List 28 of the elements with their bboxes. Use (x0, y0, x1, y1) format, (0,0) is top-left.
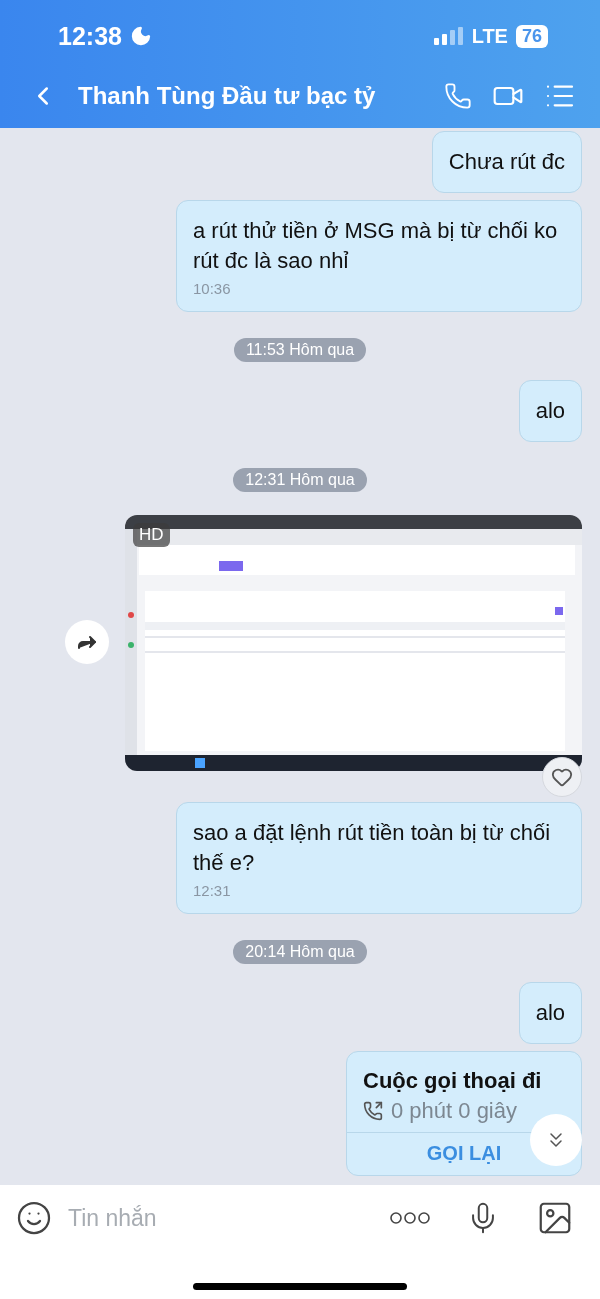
chat-title: Thanh Tùng Đầu tư bạc tỷ (78, 82, 377, 110)
network-label: LTE (471, 24, 508, 48)
message-text: alo (535, 1000, 565, 1025)
call-duration: 0 phút 0 giây (391, 1098, 517, 1124)
message-time: 10:36 (193, 279, 232, 299)
phone-button[interactable] (444, 82, 472, 110)
hd-badge: HD (133, 523, 170, 547)
date-divider: 20:14 Hôm qua (233, 940, 367, 964)
moon-icon (129, 25, 152, 47)
clock: 12:38 (58, 21, 122, 51)
signal-icon (433, 27, 464, 45)
call-back-button[interactable]: GỌI LẠI (426, 1142, 502, 1165)
outgoing-call-icon (363, 1101, 383, 1121)
share-button[interactable] (65, 620, 109, 664)
sticker-button[interactable] (16, 1200, 52, 1236)
message-text: Chưa rút đc (448, 149, 565, 174)
message-text: a rút thử tiền ở MSG mà bị từ chối ko rút đc là sao nhỉ (193, 218, 558, 273)
date-divider: 11:53 Hôm qua (233, 338, 367, 362)
battery-level: 76 (515, 24, 548, 48)
message-input[interactable]: Tin nhắn (66, 1203, 376, 1233)
heart-icon (551, 766, 573, 788)
call-title: Cuộc gọi thoại đi (363, 1068, 542, 1094)
message-text: sao a đặt lệnh rút tiền toàn bị từ chối thế e? (193, 820, 551, 875)
date-divider: 12:31 Hôm qua (233, 468, 367, 492)
message-text: alo (535, 398, 565, 423)
heart-button[interactable] (542, 757, 582, 797)
more-button[interactable] (390, 1211, 430, 1225)
message-time: 12:31 (193, 881, 232, 901)
